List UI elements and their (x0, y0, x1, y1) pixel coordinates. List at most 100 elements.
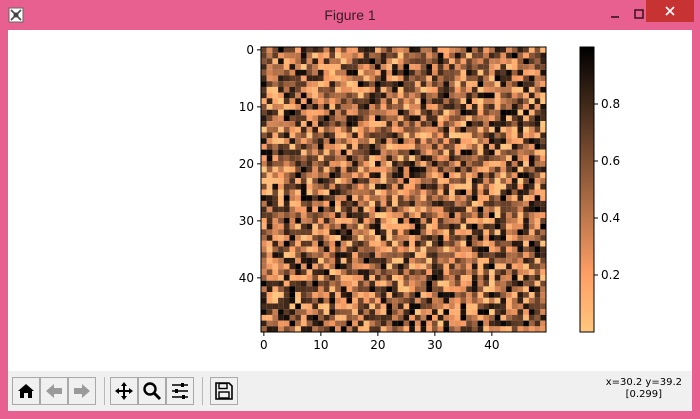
heatmap-cell (386, 132, 393, 139)
heatmap-cell (397, 172, 404, 179)
heatmap-cell (483, 81, 490, 87)
heatmap-cell (340, 86, 347, 93)
heatmap-cell (363, 229, 370, 236)
heatmap-cell (340, 314, 347, 321)
close-button[interactable] (646, 0, 694, 22)
home-button[interactable] (12, 377, 40, 405)
heatmap-cell (511, 189, 518, 196)
title-bar[interactable]: Figure 1 (0, 0, 700, 30)
heatmap-cell (357, 286, 364, 293)
heatmap-cell (323, 104, 330, 110)
heatmap-cell (300, 206, 307, 213)
heatmap-cell (420, 229, 427, 236)
heatmap-cell (506, 149, 512, 156)
heatmap-chart[interactable]: 0 10 20 30 40010203040 0.20.40.60.8 (8, 30, 692, 370)
heatmap-cell (295, 218, 301, 224)
heatmap-cell (329, 269, 336, 276)
heatmap-cell (414, 58, 421, 65)
heatmap-cell (272, 81, 279, 87)
heatmap-cell (340, 104, 347, 110)
heatmap-cell (420, 58, 427, 65)
heatmap-cell (494, 314, 501, 321)
heatmap-cell (369, 229, 376, 236)
heatmap-cell (414, 161, 421, 167)
heatmap-cell (323, 275, 330, 281)
heatmap-cell (357, 166, 364, 173)
heatmap-cell (471, 69, 478, 76)
heatmap-cell (375, 178, 381, 184)
heatmap-cell (261, 143, 267, 150)
heatmap-cell (266, 138, 273, 144)
heatmap-cell (528, 166, 535, 173)
heatmap-cell (449, 218, 455, 224)
heatmap-cell (375, 189, 381, 196)
heatmap-cell (346, 292, 353, 298)
heatmap-cell (494, 212, 501, 219)
back-button[interactable] (40, 377, 68, 405)
heatmap-cell (489, 280, 495, 287)
heatmap-cell (432, 195, 438, 201)
heatmap-cell (454, 81, 461, 87)
heatmap-cell (369, 161, 376, 167)
heatmap-cell (403, 240, 410, 247)
heatmap-cell (380, 115, 387, 122)
heatmap-cell (471, 75, 478, 82)
heatmap-cell (506, 172, 512, 179)
heatmap-cell (523, 172, 529, 179)
cursor-coordinates: x=30.2 y=39.2 [0.299] (606, 377, 682, 401)
heatmap-cell (500, 143, 507, 150)
heatmap-cell (489, 109, 495, 116)
heatmap-cell (420, 320, 427, 327)
heatmap-cell (266, 206, 273, 213)
heatmap-cell (380, 195, 387, 201)
heatmap-cell (437, 64, 444, 70)
heatmap-cell (352, 52, 358, 59)
heatmap-cell (517, 161, 524, 167)
heatmap-cell (278, 309, 284, 315)
heatmap-cell (357, 86, 364, 93)
heatmap-cell (397, 149, 404, 156)
heatmap-cell (500, 286, 507, 293)
heatmap-cell (449, 58, 455, 65)
heatmap-cell (380, 269, 387, 276)
heatmap-cell (386, 303, 393, 310)
heatmap-cell (511, 126, 518, 133)
heatmap-cell (437, 109, 444, 116)
save-button[interactable] (210, 377, 238, 405)
heatmap-cell (420, 109, 427, 116)
heatmap-cell (477, 126, 484, 133)
heatmap-cell (272, 263, 279, 270)
zoom-button[interactable] (138, 377, 166, 405)
heatmap-cell (386, 212, 393, 219)
heatmap-cell (283, 286, 290, 293)
heatmap-cell (363, 286, 370, 293)
pan-button[interactable] (110, 377, 138, 405)
heatmap-cell (414, 69, 421, 76)
heatmap-cell (409, 235, 415, 241)
heatmap-cell (523, 178, 529, 184)
subplots-button[interactable] (166, 377, 194, 405)
plot-area[interactable]: 0 10 20 30 40 0 10 20 30 40 0.2 0.4 0.6 0.8 (8, 30, 692, 370)
heatmap-cell (289, 314, 296, 321)
heatmap-cell (312, 166, 319, 173)
heatmap-cell (335, 115, 341, 122)
heatmap-cell (278, 257, 284, 264)
figure-canvas[interactable]: 0 10 20 30 40 0 10 20 30 40 0.2 0.4 0.6 0.8 (8, 30, 692, 411)
heatmap-cell (380, 252, 387, 258)
heatmap-cell (289, 235, 296, 241)
heatmap-cell (466, 223, 472, 230)
heatmap-cell (357, 280, 364, 287)
heatmap-cell (483, 286, 490, 293)
forward-button[interactable] (68, 377, 96, 405)
heatmap-cell (295, 286, 301, 293)
heatmap-cell (511, 75, 518, 82)
heatmap-cell (283, 314, 290, 321)
heatmap-cell (523, 126, 529, 133)
heatmap-cell (329, 132, 336, 139)
heatmap-cell (426, 58, 433, 65)
arrow-left-icon (46, 384, 62, 398)
heatmap-cell (494, 52, 501, 59)
heatmap-cell (369, 292, 376, 298)
heatmap-cell (443, 172, 450, 179)
heatmap-cell (432, 246, 438, 253)
